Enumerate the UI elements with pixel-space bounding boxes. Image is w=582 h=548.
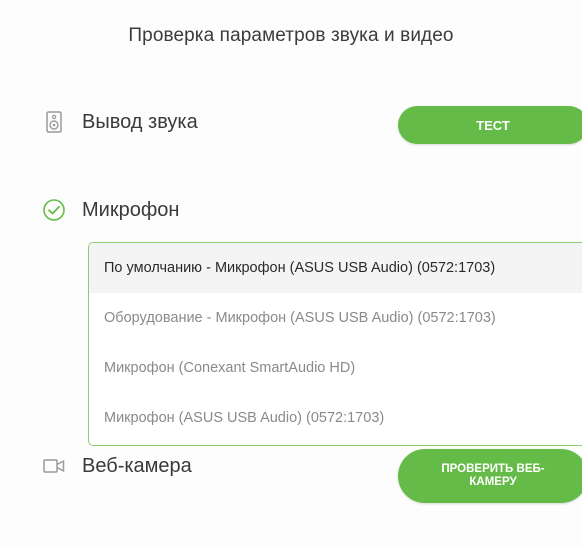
mic-option-hardware[interactable]: Оборудование - Микрофон (ASUS USB Audio)… [89,293,582,343]
mic-option-conexant[interactable]: Микрофон (Conexant SmartAudio HD) [89,343,582,393]
webcam-label: Веб-камера [82,454,192,477]
mic-option-asus[interactable]: Микрофон (ASUS USB Audio) (0572:1703) [89,393,582,443]
microphone-row: Микрофон [40,196,179,224]
mic-option-default[interactable]: По умолчанию - Микрофон (ASUS USB Audio)… [89,243,582,293]
microphone-select-list[interactable]: По умолчанию - Микрофон (ASUS USB Audio)… [88,242,582,446]
page-title: Проверка параметров звука и видео [128,25,454,46]
audio-output-row: Вывод звука [40,108,198,136]
camera-icon [40,452,68,480]
audio-output-label: Вывод звука [82,110,198,133]
webcam-row: Веб-камера [40,452,192,480]
speaker-icon [40,108,68,136]
check-circle-icon [40,196,68,224]
test-audio-button[interactable]: ТЕСТ [398,106,582,144]
microphone-label: Микрофон [82,198,180,221]
check-webcam-button[interactable]: ПРОВЕРИТЬ ВЕБ-КАМЕРУ [398,449,582,503]
